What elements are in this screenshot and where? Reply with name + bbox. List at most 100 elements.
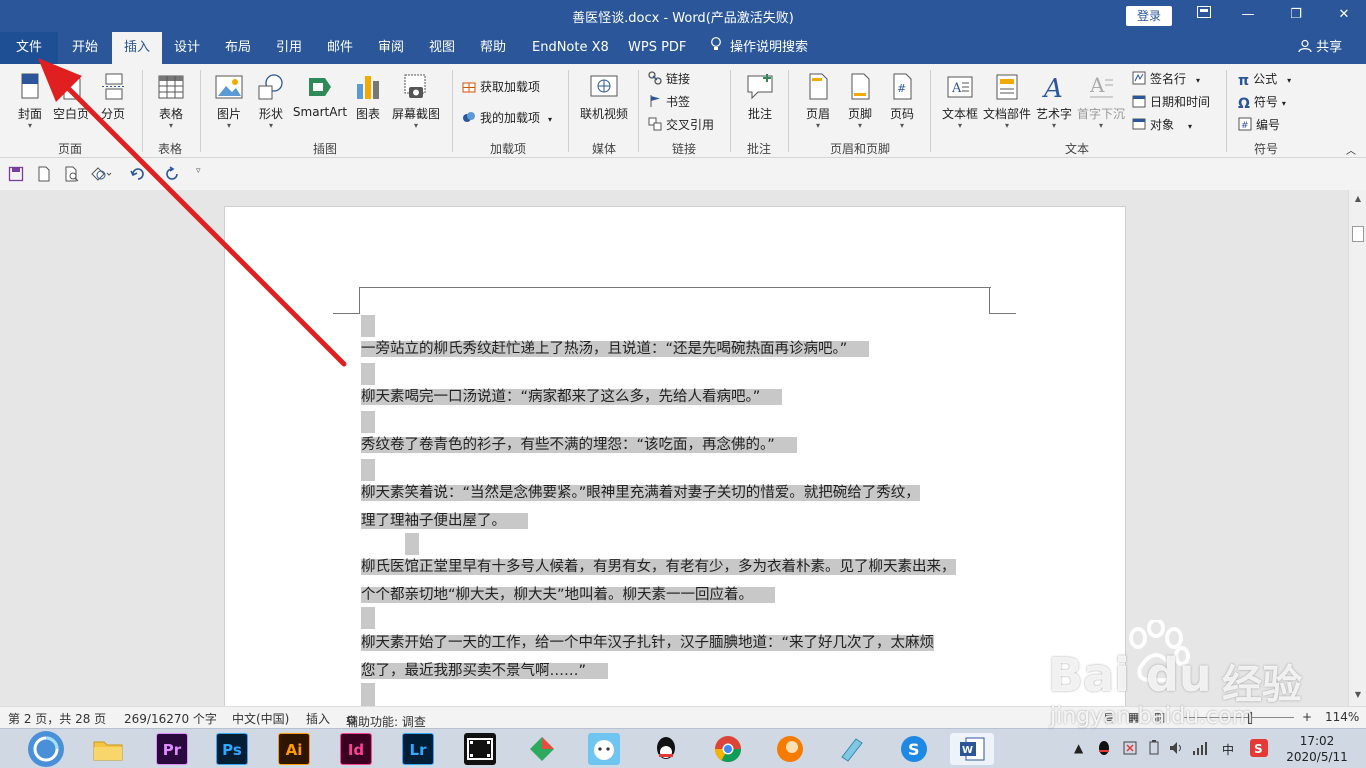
browser-fox-icon[interactable] (774, 733, 806, 765)
tab-wps-pdf[interactable]: WPS PDF (616, 32, 698, 64)
equation-button[interactable]: π 公式 ▾ (1238, 70, 1291, 89)
customize-qat-icon[interactable]: ▿ (196, 166, 212, 182)
paragraph[interactable]: 秀纹卷了卷青色的衫子，有些不满的埋怨：“该吃面，再念佛的。” (361, 431, 797, 459)
login-button[interactable]: 登录 (1126, 6, 1172, 26)
shapes-button[interactable]: 形状 ▾ (252, 72, 290, 130)
volume-tray-icon[interactable] (1168, 740, 1184, 768)
kite-app-icon[interactable] (526, 733, 558, 765)
picture-button[interactable]: 图片 ▾ (208, 72, 250, 130)
share-button[interactable]: 共享 (1286, 32, 1354, 64)
signature-line-button[interactable]: 签名行 ▾ (1132, 70, 1200, 87)
paragraph[interactable]: 一旁站立的柳氏秀纹赶忙递上了热汤，且说道：“还是先喝碗热面再诊病吧。” (361, 335, 870, 363)
page-count[interactable]: 第 2 页，共 28 页 (8, 710, 106, 727)
tab-file[interactable]: 文件 (0, 32, 58, 64)
zoom-in-icon[interactable]: + (1302, 710, 1312, 724)
header-button[interactable]: 页眉 ▾ (798, 72, 838, 130)
language[interactable]: 中文(中国) (232, 710, 289, 727)
indesign-icon[interactable]: Id (340, 733, 372, 765)
print-layout-icon[interactable]: ▦ (1128, 710, 1139, 724)
tab-endnote[interactable]: EndNote X8 (520, 32, 621, 64)
online-video-button[interactable]: 联机视频 (576, 72, 632, 122)
undo-icon[interactable] (130, 166, 146, 182)
photoshop-icon[interactable]: Ps (216, 733, 248, 765)
minimize-icon[interactable]: — (1236, 4, 1260, 26)
tab-layout[interactable]: 布局 (213, 32, 263, 64)
shapes-quick-icon[interactable] (90, 166, 112, 182)
file-explorer-icon[interactable] (92, 733, 124, 765)
screenshot-button[interactable]: 屏幕截图 ▾ (388, 72, 444, 130)
system-clock[interactable]: 17:02 2020/5/11 (1282, 733, 1352, 765)
quick-parts-button[interactable]: 文档部件 ▾ (982, 72, 1032, 130)
web-layout-icon[interactable]: ▥ (1154, 710, 1165, 724)
cover-page-button[interactable]: 封面 ▾ (10, 72, 50, 130)
qq-icon[interactable] (650, 733, 682, 765)
object-button[interactable]: 对象 ▾ (1132, 116, 1192, 133)
start-button-icon[interactable] (28, 731, 64, 767)
network-tray-icon[interactable] (1192, 740, 1208, 768)
my-addins-button[interactable]: 我的加载项 ▾ (462, 109, 552, 126)
insert-mode[interactable]: 插入 (306, 710, 330, 727)
get-addins-button[interactable]: 获取加载项 (462, 78, 540, 95)
footer-button[interactable]: 页脚 ▾ (840, 72, 880, 130)
ribbon-display-options-icon[interactable] (1192, 4, 1216, 26)
page-break-button[interactable]: 分页 (94, 72, 132, 122)
zoom-slider-track[interactable] (1184, 717, 1294, 718)
scroll-thumb[interactable] (1352, 226, 1364, 242)
word-taskbar-icon[interactable]: W (950, 733, 994, 765)
table-button[interactable]: 表格 ▾ (150, 72, 192, 130)
chart-button[interactable]: 图表 (350, 72, 386, 122)
paragraph[interactable]: 柳天素开始了一天的工作，给一个中年汉子扎针，汉子腼腆地道：“来了好几次了，太麻烦… (361, 629, 995, 685)
restore-icon[interactable]: ❐ (1284, 4, 1308, 26)
tab-insert[interactable]: 插入 (112, 32, 163, 64)
tab-design[interactable]: 设计 (162, 32, 212, 64)
sogou-icon[interactable]: S (898, 733, 930, 765)
tab-mailings[interactable]: 邮件 (315, 32, 365, 64)
ime-indicator[interactable]: 中 (1222, 741, 1234, 768)
tab-home[interactable]: 开始 (60, 32, 110, 64)
tab-help[interactable]: 帮助 (468, 32, 518, 64)
paragraph[interactable]: 柳氏医馆正堂里早有十多号人候着，有男有女，有老有少，多为衣着朴素。见了柳天素出来… (361, 553, 995, 609)
chat-bot-icon[interactable] (588, 733, 620, 765)
paragraph[interactable]: 柳天素喝完一口汤说道：“病家都来了这么多，先给人看病吧。” (361, 383, 783, 411)
read-mode-icon[interactable]: ▤ (1104, 710, 1115, 724)
word-count[interactable]: 269/16270 个字 (124, 710, 217, 727)
qq-tray-icon[interactable] (1096, 739, 1112, 768)
lightroom-icon[interactable]: Lr (402, 733, 434, 765)
battery-tray-icon[interactable] (1146, 740, 1162, 768)
date-time-button[interactable]: 日期和时间 (1132, 93, 1210, 110)
tab-view[interactable]: 视图 (417, 32, 467, 64)
text-box-button[interactable]: A 文本框 ▾ (938, 72, 982, 130)
save-icon[interactable] (8, 166, 24, 182)
page-number-button[interactable]: # 页码 ▾ (882, 72, 922, 130)
sogou-ime-icon[interactable]: S (1250, 739, 1268, 768)
zoom-level[interactable]: 114% (1325, 710, 1359, 724)
scroll-up-icon[interactable]: ▲ (1352, 194, 1364, 206)
tell-me-search[interactable]: 操作说明搜索 (698, 32, 820, 64)
security-tray-icon[interactable] (1122, 740, 1138, 768)
premiere-icon[interactable]: Pr (156, 733, 188, 765)
tab-references[interactable]: 引用 (264, 32, 314, 64)
wordart-button[interactable]: A 艺术字 ▾ (1034, 72, 1074, 130)
number-button[interactable]: # 编号 (1238, 116, 1280, 133)
new-document-icon[interactable] (36, 166, 52, 182)
symbol-button[interactable]: Ω 符号 ▾ (1238, 93, 1286, 112)
comment-button[interactable]: 批注 (740, 72, 780, 122)
document-page[interactable]: 一旁站立的柳氏秀纹赶忙递上了热汤，且说道：“还是先喝碗热面再诊病吧。” 柳天素喝… (224, 206, 1126, 706)
link-button[interactable]: 链接 (648, 70, 690, 87)
paragraph[interactable]: 柳天素笑着说：“当然是念佛要紧。”眼神里充满着对妻子关切的惜爱。就把碗给了秀纹，… (361, 479, 995, 535)
close-icon[interactable]: ✕ (1332, 4, 1356, 26)
notes-app-icon[interactable] (836, 733, 868, 765)
video-editor-icon[interactable] (464, 733, 496, 765)
collapse-ribbon-icon[interactable]: ︿ (1346, 142, 1356, 157)
zoom-slider-thumb[interactable] (1248, 712, 1252, 724)
chrome-icon[interactable] (712, 733, 744, 765)
blank-page-button[interactable]: 空白页 (50, 72, 92, 122)
cross-reference-button[interactable]: 交叉引用 (648, 116, 714, 133)
vertical-scrollbar[interactable]: ▲ ▼ (1348, 190, 1366, 706)
scroll-down-icon[interactable]: ▼ (1352, 690, 1364, 702)
redo-icon[interactable] (164, 166, 180, 182)
tab-review[interactable]: 审阅 (366, 32, 416, 64)
drop-cap-button[interactable]: A 首字下沉 ▾ (1076, 72, 1126, 130)
tray-overflow-icon[interactable]: ▲ (1074, 741, 1083, 768)
print-preview-icon[interactable] (64, 166, 80, 182)
